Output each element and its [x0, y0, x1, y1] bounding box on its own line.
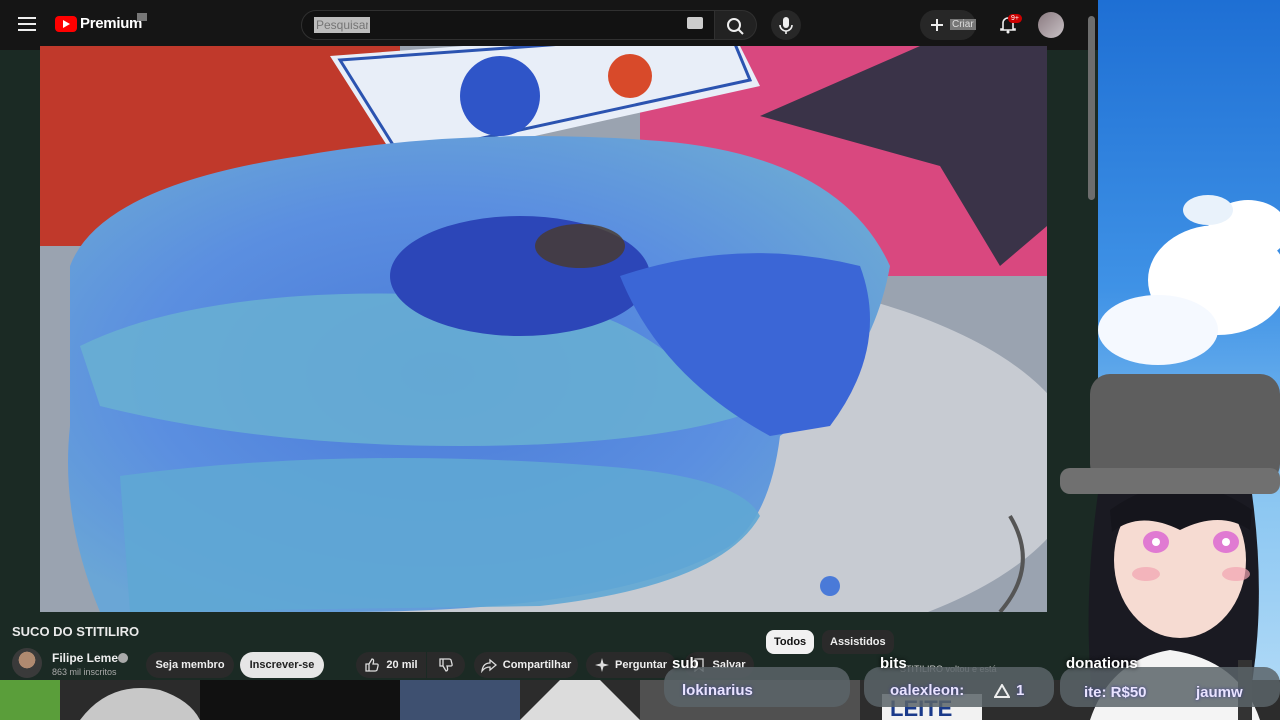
search-box[interactable]	[301, 10, 715, 40]
donation-username: jaumw	[1196, 684, 1243, 701]
logo-text: Premium	[80, 15, 143, 32]
channel-avatar[interactable]	[12, 648, 42, 678]
thumbs-up-icon	[365, 658, 380, 672]
search-icon	[727, 18, 744, 35]
thumbs-down-icon	[439, 658, 453, 672]
account-avatar[interactable]	[1038, 12, 1064, 38]
top-bar: Premium Pesquisar Criar 9+	[0, 0, 1098, 50]
bits-username: oalexleon:	[890, 682, 965, 699]
video-frame	[40, 46, 1047, 612]
create-label: Criar	[950, 19, 976, 30]
create-button[interactable]: Criar	[920, 10, 976, 40]
keyboard-icon[interactable]	[687, 17, 703, 29]
channel-name[interactable]: Filipe Leme	[52, 651, 118, 665]
bits-label: bits	[880, 655, 907, 672]
stream-screen: Premium Pesquisar Criar 9+ SUCO DO STITI…	[0, 0, 1280, 720]
chip-all-label: Todos	[774, 636, 807, 648]
chip-watched[interactable]: Assistidos	[822, 630, 894, 654]
hat	[1090, 374, 1280, 484]
microphone-icon	[779, 17, 793, 34]
sub-username: lokinarius	[682, 682, 753, 699]
subscriber-count: 863 mil inscritos	[52, 667, 117, 677]
youtube-play-icon	[55, 15, 77, 32]
like-button[interactable]: 20 mil	[356, 652, 426, 678]
ask-label: Perguntar	[615, 659, 667, 671]
youtube-page: Premium Pesquisar Criar 9+ SUCO DO STITI…	[0, 0, 1098, 720]
verified-icon	[118, 653, 128, 663]
sparkle-icon	[595, 658, 610, 672]
chip-all[interactable]: Todos	[766, 630, 815, 654]
subscribe-label: Inscrever-se	[249, 659, 315, 671]
donations-label: donations	[1066, 655, 1138, 672]
dislike-button[interactable]	[427, 652, 465, 678]
ask-button[interactable]: Perguntar	[586, 652, 676, 678]
plus-icon	[931, 19, 943, 31]
share-icon	[480, 658, 497, 673]
join-button[interactable]: Seja membro	[146, 652, 234, 678]
donation-text: ite: R$50	[1084, 684, 1147, 701]
youtube-logo[interactable]: Premium	[55, 15, 142, 32]
share-label: Compartilhar	[502, 659, 572, 671]
video-title: SUCO DO STITILIRO	[12, 624, 140, 639]
like-count: 20 mil	[386, 659, 418, 671]
sub-label: sub	[672, 655, 699, 672]
bits-amount: 1	[1016, 682, 1025, 699]
search-input[interactable]	[314, 17, 370, 33]
notification-badge: 9+	[1008, 14, 1022, 23]
search-button[interactable]	[715, 10, 757, 40]
join-label: Seja membro	[155, 659, 225, 671]
menu-icon[interactable]	[18, 17, 36, 31]
subscribe-button[interactable]: Inscrever-se	[240, 652, 324, 678]
video-player[interactable]	[40, 46, 1047, 612]
share-button[interactable]: Compartilhar	[474, 652, 578, 678]
country-badge-icon	[137, 13, 147, 21]
voice-search-button[interactable]	[771, 10, 801, 40]
chip-watched-label: Assistidos	[830, 636, 886, 648]
page-scrollbar[interactable]	[1088, 16, 1095, 200]
bits-triangle-icon	[994, 684, 1010, 698]
